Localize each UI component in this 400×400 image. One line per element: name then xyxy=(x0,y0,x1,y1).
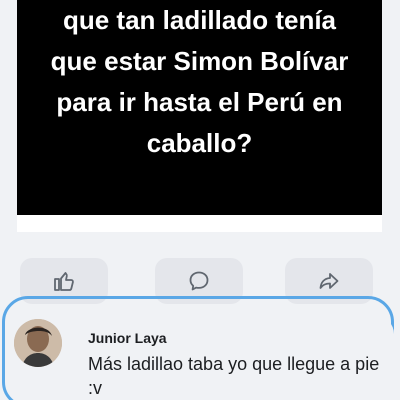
comment-bubble: Junior Laya Más ladillao taba yo que lle… xyxy=(74,316,394,400)
comment-text: Más ladillao taba yo que llegue a pie :v xyxy=(88,354,380,398)
share-arrow-icon xyxy=(317,269,341,293)
facebook-post-page: que tan ladillado tenía que estar Simon … xyxy=(0,0,400,400)
comment-author-name[interactable]: Junior Laya xyxy=(88,330,167,346)
meme-image[interactable]: que tan ladillado tenía que estar Simon … xyxy=(17,0,382,215)
comment-bubble-icon xyxy=(187,269,211,293)
comment: Junior Laya Más ladillao taba yo que lle… xyxy=(14,316,394,400)
meme-caption-line-1: que tan ladillado tenía xyxy=(62,5,337,35)
meme-caption-line-3: para ir hasta el Perú en xyxy=(56,87,343,117)
thumbs-up-icon xyxy=(52,269,76,293)
meme-caption-line-4: caballo? xyxy=(146,128,253,158)
meme-caption-line-2: que estar Simon Bolívar xyxy=(50,46,349,76)
avatar[interactable] xyxy=(14,319,62,367)
post-card: que tan ladillado tenía que estar Simon … xyxy=(17,0,382,232)
meme-caption: que tan ladillado tenía que estar Simon … xyxy=(35,0,365,164)
